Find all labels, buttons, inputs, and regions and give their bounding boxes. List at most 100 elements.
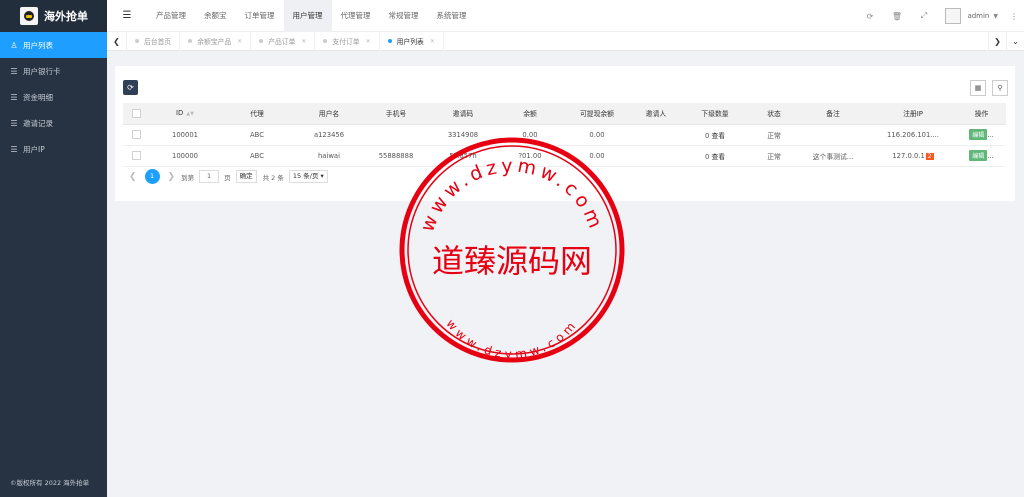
ip-count-badge: 2 [925,152,934,160]
cell-inviter [633,145,679,167]
cell-status: 正常 [751,145,797,167]
column-header-actions: 操作 [957,103,1006,125]
prev-page-icon[interactable]: ❮ [129,172,137,182]
search-icon[interactable]: ⚲ [992,80,1008,96]
row-checkbox[interactable] [131,151,141,160]
more-actions[interactable]: ... [987,131,993,139]
tab-dot [387,39,392,43]
cell-id: 100000 [149,145,221,167]
sidebar-item-user-ip[interactable]: ☰ 用户IP [0,136,107,162]
cell-agent: ABC [221,124,293,146]
tab-label: 余额宝产品 [197,38,232,46]
next-page-icon[interactable]: ❯ [168,172,176,182]
page-number-current[interactable]: 1 [144,169,160,184]
refresh-icon[interactable]: ⟳ [856,12,883,21]
column-header-id[interactable]: ID ▲▼ [149,103,221,125]
sidebar-item-user-list[interactable]: ♙ 用户列表 [0,32,107,58]
edit-button[interactable]: 编辑 [969,150,988,161]
tab-yuebao-products[interactable]: 余额宝产品 ✕ [180,31,252,51]
table-refresh-button[interactable]: ⟳ [123,80,138,95]
stamp-center-text: 道臻源码网 [432,242,592,280]
cell-username: haiwai [293,145,365,167]
close-icon[interactable]: ✕ [301,38,306,45]
tab-dot [188,39,193,43]
topnav-item-general[interactable]: 常规管理 [380,0,428,32]
sidebar-item-invite-records[interactable]: ☰ 邀请记录 [0,110,107,136]
watermark-stamp: www.dzymw.com 道臻源码网 www.dzymw.com [399,137,625,363]
top-nav: 产品管理 余额宝 订单管理 用户管理 代理管理 常规管理 系统管理 [147,0,476,32]
view-link[interactable]: 查看 [711,132,725,140]
page-jump-input[interactable]: 1 [199,170,220,183]
fullscreen-icon[interactable]: ⤢ [910,11,937,21]
cell-actions: 编辑... [957,145,1006,167]
sidebar-item-user-bank-card[interactable]: ☰ 用户银行卡 [0,58,107,84]
close-icon[interactable]: ✕ [237,38,242,45]
user-name[interactable]: admin [967,12,989,20]
brand-name: 海外抢单 [44,10,88,23]
cell-username: a123456 [293,124,365,146]
total-count: 共 2 条 [262,173,284,182]
topnav-item-yuebao[interactable]: 余额宝 [195,0,236,32]
caret-down-icon[interactable]: ▼ [993,13,998,20]
more-actions[interactable]: ... [987,152,993,160]
users-icon: ♙ [10,40,18,50]
page-size-select[interactable]: 15 条/页 ▾ [288,170,328,183]
sort-icon[interactable]: ▲▼ [186,111,194,117]
column-header-remark: 备注 [797,103,869,125]
topnav-item-system[interactable]: 系统管理 [428,0,476,32]
column-header-balance: 余额 [499,103,561,125]
row-checkbox[interactable] [131,130,141,139]
sidebar: 海外抢单 ♙ 用户列表 ☰ 用户银行卡 ☰ 资金明细 ☰ 邀请记录 ☰ 用户IP… [0,0,107,497]
tabs-scroll-left-icon[interactable]: ❮ [107,31,127,51]
tab-user-list[interactable]: 用户列表 ✕ [380,31,444,51]
logo[interactable]: 海外抢单 [0,0,107,32]
close-icon[interactable]: ✕ [366,38,371,45]
topnav-item-users[interactable]: 用户管理 [283,0,332,32]
select-all-checkbox[interactable] [131,108,141,118]
column-header-inviter: 邀请人 [633,103,679,125]
tab-home[interactable]: 后台首页 [127,31,181,51]
trash-icon[interactable]: 🗑 [883,12,910,21]
more-icon[interactable]: ⋮ [1010,12,1018,21]
tab-payment-orders[interactable]: 支付订单 ✕ [315,31,380,51]
row-select-cell [123,145,149,167]
edit-button[interactable]: 编辑 [969,129,988,140]
avatar[interactable] [945,8,962,24]
tabs-scroll-right-icon[interactable]: ❯ [988,32,1006,51]
cell-actions: 编辑... [957,124,1006,146]
view-link[interactable]: 查看 [711,153,725,161]
topnav-item-orders[interactable]: 订单管理 [236,0,284,32]
tab-bar: ❮ 后台首页 余额宝产品 ✕ 产品订单 ✕ 支付订单 ✕ 用户列表 ✕ ❯ ⌄ [107,31,1024,51]
column-header-invite-code: 邀请码 [427,103,499,125]
cell-register-ip: 116.206.101.... [869,124,957,146]
column-header-agent: 代理 [221,103,293,125]
list-icon: ☰ [10,118,18,128]
tab-label: 支付订单 [332,38,360,46]
columns-filter-icon[interactable]: ▦ [970,80,986,96]
cell-status: 正常 [751,124,797,146]
sidebar-item-label: 用户银行卡 [23,66,61,76]
cell-register-ip: 127.0.0.1 2 [869,145,957,167]
topnav-item-product[interactable]: 产品管理 [147,0,195,32]
tab-dot [259,39,264,43]
column-header-username: 用户名 [293,103,365,125]
cell-id: 100001 [149,124,221,146]
close-icon[interactable]: ✕ [430,38,435,45]
select-all-cell [123,103,149,125]
sidebar-item-fund-details[interactable]: ☰ 资金明细 [0,84,107,110]
tab-label: 产品订单 [268,38,296,46]
topnav-item-agents[interactable]: 代理管理 [332,0,380,32]
menu-toggle-icon[interactable]: ☰ [107,10,147,21]
tabs-menu-chevron-down-icon[interactable]: ⌄ [1006,32,1024,51]
table-header-row: ID ▲▼ 代理 用户名 手机号 邀请码 余额 可提现余额 邀请人 下级数量 状态… [123,103,1006,125]
column-header-subordinates: 下级数量 [679,103,751,125]
tab-product-orders[interactable]: 产品订单 ✕ [251,31,316,51]
cell-subordinates: 0 查看 [679,124,751,146]
tab-dot [323,39,328,43]
list-icon: ☰ [10,66,18,76]
sidebar-item-label: 资金明细 [23,92,53,102]
sidebar-item-label: 邀请记录 [23,118,53,128]
page-jump-confirm-button[interactable]: 确定 [235,170,257,183]
sidebar-item-label: 用户IP [23,144,45,154]
tab-label: 后台首页 [144,38,172,46]
